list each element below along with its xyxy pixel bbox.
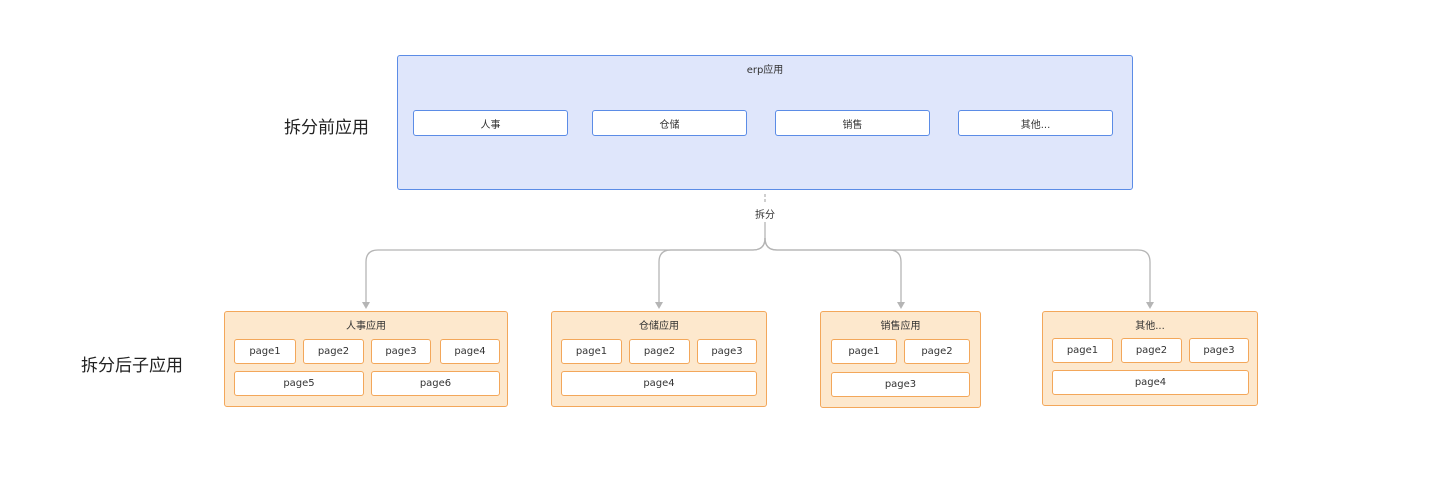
subapp-hr-page2: page2 bbox=[303, 339, 364, 364]
subapp-warehouse-page1: page1 bbox=[561, 339, 622, 364]
module-sales: 销售 bbox=[775, 110, 930, 136]
subapp-sales-page3: page3 bbox=[831, 372, 970, 397]
arrowhead-warehouse bbox=[655, 302, 663, 309]
subapp-other-page2: page2 bbox=[1121, 338, 1182, 363]
arrowhead-other bbox=[1146, 302, 1154, 309]
subapp-hr-page4: page4 bbox=[440, 339, 500, 364]
subapp-hr-page5: page5 bbox=[234, 371, 364, 396]
subapp-other-page1: page1 bbox=[1052, 338, 1113, 363]
erp-app-title: erp应用 bbox=[746, 65, 784, 76]
module-hr: 人事 bbox=[413, 110, 568, 136]
subapp-sales-page1: page1 bbox=[831, 339, 897, 364]
subapp-warehouse-page3: page3 bbox=[697, 339, 757, 364]
subapp-other-title: 其他... bbox=[1135, 321, 1165, 332]
arrowhead-sales bbox=[897, 302, 905, 309]
subapp-other-page3: page3 bbox=[1189, 338, 1249, 363]
subapp-warehouse-page4: page4 bbox=[561, 371, 757, 396]
connector-to-warehouse bbox=[658, 237, 766, 306]
subapp-other-page4: page4 bbox=[1052, 370, 1249, 395]
connector-to-other bbox=[764, 237, 1151, 306]
module-warehouse: 仓储 bbox=[592, 110, 747, 136]
subapp-warehouse-title: 仓储应用 bbox=[639, 321, 679, 332]
subapp-warehouse-page2: page2 bbox=[629, 339, 690, 364]
connector-to-hr bbox=[365, 222, 766, 306]
module-other: 其他... bbox=[958, 110, 1113, 136]
subapp-hr-page3: page3 bbox=[371, 339, 431, 364]
subapp-hr-title: 人事应用 bbox=[346, 321, 386, 332]
after-split-label: 拆分后子应用 bbox=[81, 356, 183, 376]
before-split-label: 拆分前应用 bbox=[284, 118, 369, 138]
split-label: 拆分 bbox=[740, 206, 790, 221]
subapp-sales-page2: page2 bbox=[904, 339, 970, 364]
subapp-hr-page6: page6 bbox=[371, 371, 500, 396]
subapp-hr-page1: page1 bbox=[234, 339, 296, 364]
connector-to-sales bbox=[764, 237, 902, 306]
arrowhead-hr bbox=[362, 302, 370, 309]
subapp-sales-title: 销售应用 bbox=[880, 321, 921, 332]
